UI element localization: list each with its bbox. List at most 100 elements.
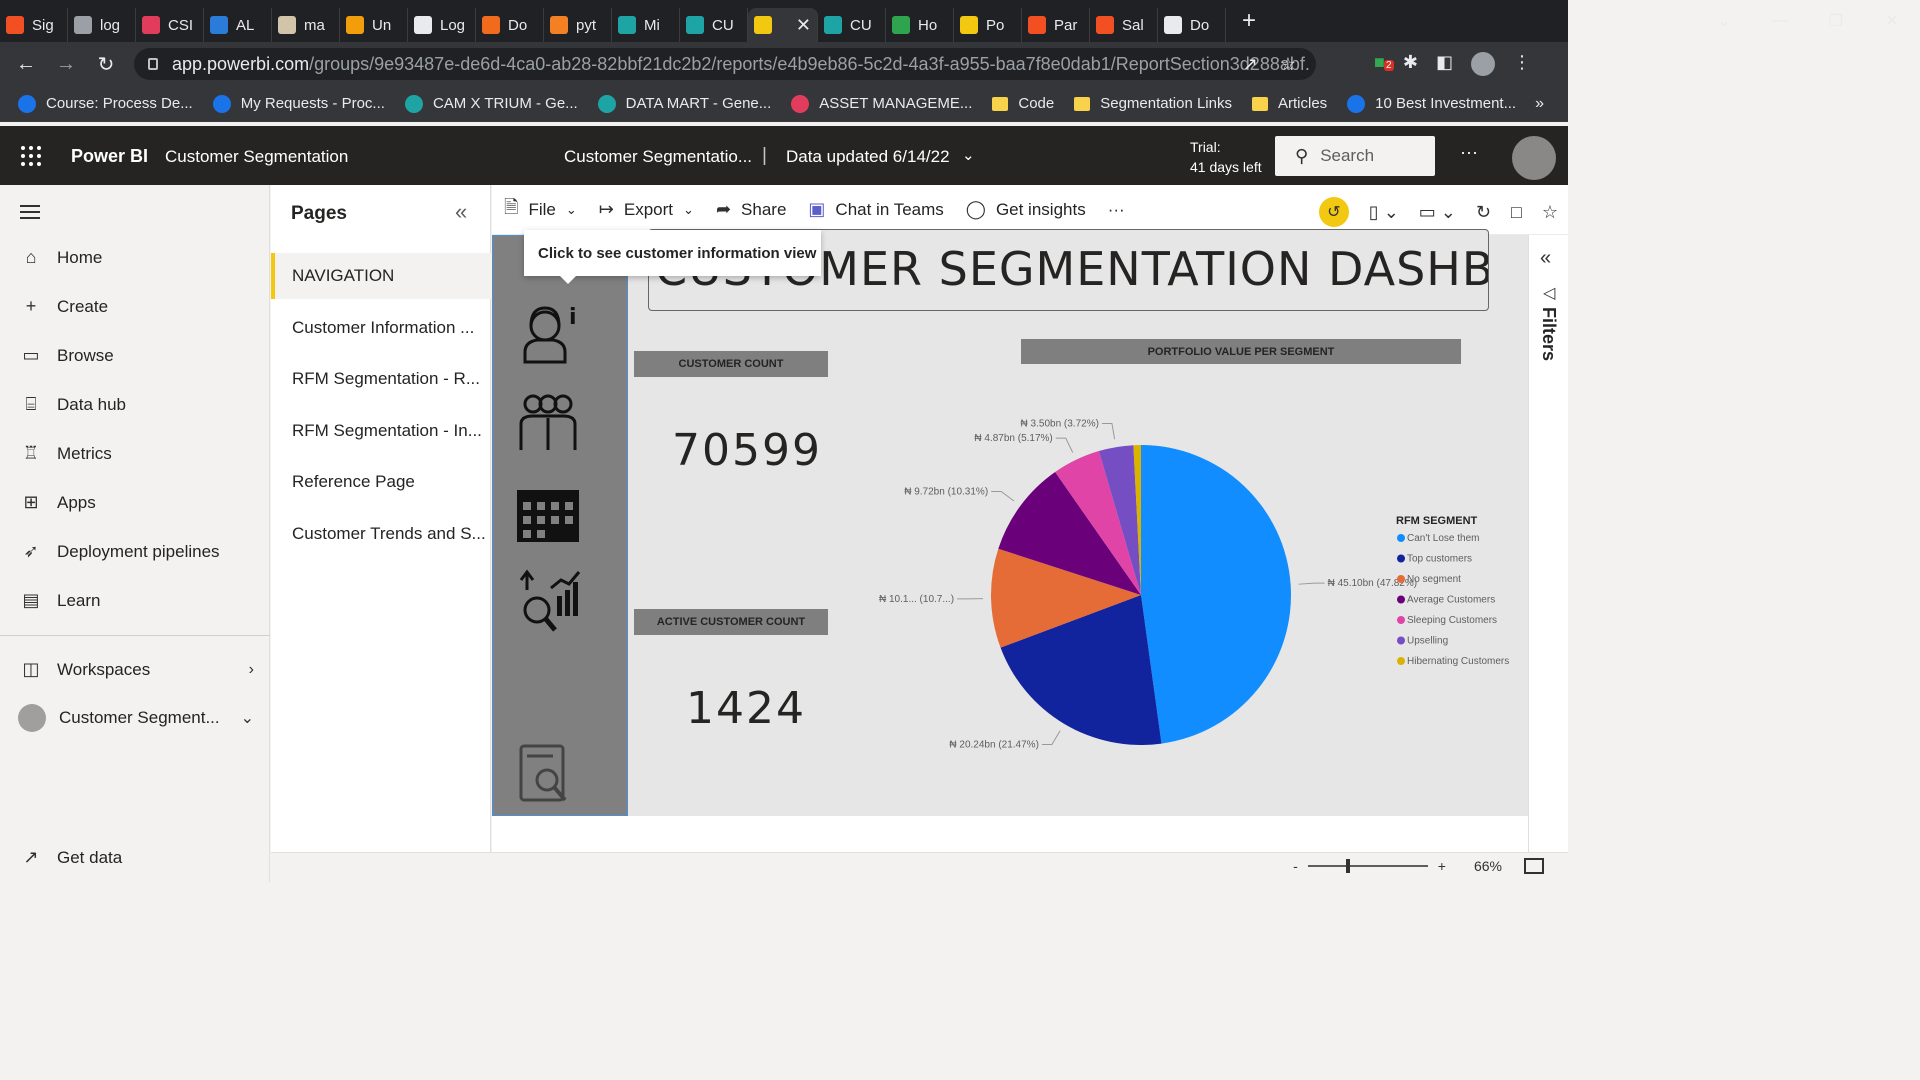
url-bar[interactable]: app.powerbi.com /groups/9e93487e-de6d-4c… (134, 48, 1316, 80)
share-page-icon[interactable]: ↗ (1243, 54, 1258, 75)
extension-icon[interactable]: ■ 2 (1374, 52, 1394, 76)
nav-item-deployment-pipelines[interactable]: ➶ Deployment pipelines (18, 541, 219, 562)
get-insights-button[interactable]: ◯ Get insights (966, 199, 1086, 220)
legend-item[interactable]: Top customers (1407, 554, 1472, 565)
page-tab-selected[interactable]: NAVIGATION (271, 253, 491, 299)
page-tab[interactable]: RFM Segmentation - R... (271, 356, 491, 402)
bookmark-item[interactable]: Segmentation Links (1074, 95, 1232, 112)
page-tab[interactable]: Reference Page (271, 459, 491, 505)
bookmark-icon[interactable]: ▯ ⌄ (1369, 202, 1399, 223)
browser-tab[interactable]: Sal (1090, 8, 1158, 42)
filters-label[interactable]: Filters (1538, 307, 1559, 361)
puzzle-icon[interactable]: ✱ (1403, 52, 1418, 76)
browser-menu-icon[interactable]: ⋮ (1513, 52, 1531, 76)
bookmark-item[interactable]: Articles (1251, 95, 1327, 112)
legend-item[interactable]: Hibernating Customers (1407, 656, 1509, 667)
bookmark-star-icon[interactable]: ☆ (1280, 54, 1296, 75)
browser-tab[interactable]: ma (272, 8, 340, 42)
expand-filters-icon[interactable]: « (1540, 247, 1551, 270)
calendar-icon[interactable] (513, 482, 583, 550)
nav-item-browse[interactable]: ▭ Browse (18, 345, 113, 366)
chevron-down-icon[interactable]: ⌄ (962, 146, 975, 164)
legend-item[interactable]: Can't Lose them (1407, 533, 1480, 544)
trend-analysis-icon[interactable] (513, 568, 583, 636)
forward-button[interactable]: → (46, 53, 86, 76)
tab-search-icon[interactable]: ⌄ (1696, 11, 1752, 31)
nav-item-current-workspace[interactable]: Customer Segment... ⌄ (18, 704, 254, 732)
fit-to-page-icon[interactable] (1524, 858, 1544, 874)
browser-tab[interactable]: AL (204, 8, 272, 42)
minimize-button[interactable]: — (1752, 12, 1808, 30)
zoom-slider-thumb[interactable] (1346, 859, 1351, 873)
powerbi-brand[interactable]: Power BI (71, 146, 148, 167)
more-options-icon[interactable]: ··· (1460, 142, 1478, 163)
more-actions-button[interactable]: ··· (1108, 200, 1125, 220)
collapse-pages-icon[interactable]: « (455, 199, 467, 225)
favorite-icon[interactable]: ☆ (1542, 202, 1558, 223)
bookmark-item[interactable]: DATA MART - Gene... (597, 94, 771, 113)
nav-item-learn[interactable]: ▤ Learn (18, 590, 100, 611)
browser-tab[interactable]: pyt (544, 8, 612, 42)
back-button[interactable]: ← (6, 53, 46, 76)
nav-item-home[interactable]: ⌂ Home (18, 247, 103, 268)
nav-item-metrics[interactable]: ♖ Metrics (18, 443, 112, 464)
profile-icon[interactable] (1470, 52, 1495, 76)
bookmark-item[interactable]: ASSET MANAGEME... (791, 94, 972, 113)
browser-tab[interactable]: CU (680, 8, 748, 42)
nav-item-get-data[interactable]: ↗ Get data (18, 847, 122, 868)
nav-item-create[interactable]: + Create (18, 296, 108, 317)
page-tab[interactable]: Customer Trends and S... (271, 511, 491, 557)
browser-tab[interactable]: Do (476, 8, 544, 42)
browser-tab[interactable]: Un (340, 8, 408, 42)
browser-tab-active[interactable]: ✕ (748, 8, 818, 42)
user-avatar[interactable] (1512, 136, 1556, 180)
data-updated-label[interactable]: Data updated 6/14/22 (786, 147, 950, 167)
browser-tab[interactable]: log (68, 8, 136, 42)
browser-tab[interactable]: Ho (886, 8, 954, 42)
bookmark-item[interactable]: Code (992, 95, 1054, 112)
export-menu-button[interactable]: ↦ Export ⌄ (599, 199, 694, 220)
document-search-icon[interactable] (513, 742, 583, 810)
nav-item-data-hub[interactable]: ⌸ Data hub (18, 394, 126, 415)
file-menu-button[interactable]: 🗎 File ⌄ (504, 195, 577, 225)
reset-icon[interactable]: ↺ (1318, 197, 1349, 227)
page-tab[interactable]: Customer Information ... (271, 305, 491, 351)
nav-item-apps[interactable]: ⊞ Apps (18, 492, 95, 513)
search-input[interactable]: ⚲ Search (1275, 136, 1435, 176)
legend-item[interactable]: Average Customers (1407, 595, 1495, 606)
share-button[interactable]: ➦ Share (716, 199, 786, 220)
sidepanel-icon[interactable]: ◧ (1436, 52, 1453, 76)
close-tab-icon[interactable]: ✕ (796, 15, 811, 36)
browser-tab[interactable]: Sig (0, 8, 68, 42)
browser-tab[interactable]: Do (1158, 8, 1226, 42)
pie-slice[interactable] (1141, 445, 1291, 744)
browser-tab[interactable]: Log (408, 8, 476, 42)
refresh-icon[interactable]: ↻ (1476, 202, 1491, 223)
app-launcher-icon[interactable] (21, 146, 41, 166)
comment-icon[interactable]: □ (1511, 202, 1522, 223)
chat-in-teams-button[interactable]: ▣ Chat in Teams (808, 199, 943, 220)
header-workspace-name[interactable]: Customer Segmentation (165, 147, 348, 167)
legend-item[interactable]: Sleeping Customers (1407, 615, 1497, 626)
browser-tab[interactable]: Par (1022, 8, 1090, 42)
zoom-in-button[interactable]: + (1438, 858, 1446, 874)
zoom-slider[interactable] (1307, 859, 1428, 873)
reload-button[interactable]: ↻ (86, 52, 126, 77)
customer-info-icon[interactable]: i (513, 300, 583, 368)
nav-item-workspaces[interactable]: ◫ Workspaces › (18, 659, 254, 680)
browser-tab[interactable]: CU (818, 8, 886, 42)
legend-item[interactable]: No segment (1407, 574, 1461, 585)
page-tab[interactable]: RFM Segmentation - In... (271, 408, 491, 454)
bookmark-item[interactable]: Course: Process De... (18, 94, 193, 113)
close-window-button[interactable]: ✕ (1864, 11, 1920, 31)
browser-tab[interactable]: Po (954, 8, 1022, 42)
restore-button[interactable]: ❐ (1808, 11, 1864, 31)
portfolio-pie-chart[interactable]: ₦ 45.10bn (47.82%)₦ 20.24bn (21.47%)₦ 10… (872, 395, 1528, 765)
zoom-out-button[interactable]: - (1293, 858, 1298, 874)
bookmark-item[interactable]: My Requests - Proc... (212, 94, 385, 113)
bookmarks-overflow-icon[interactable]: » (1535, 95, 1544, 113)
browser-tab[interactable]: CSI (136, 8, 204, 42)
new-tab-button[interactable]: + (1242, 7, 1256, 35)
team-icon[interactable] (513, 390, 583, 458)
bookmark-item[interactable]: CAM X TRIUM - Ge... (404, 94, 578, 113)
